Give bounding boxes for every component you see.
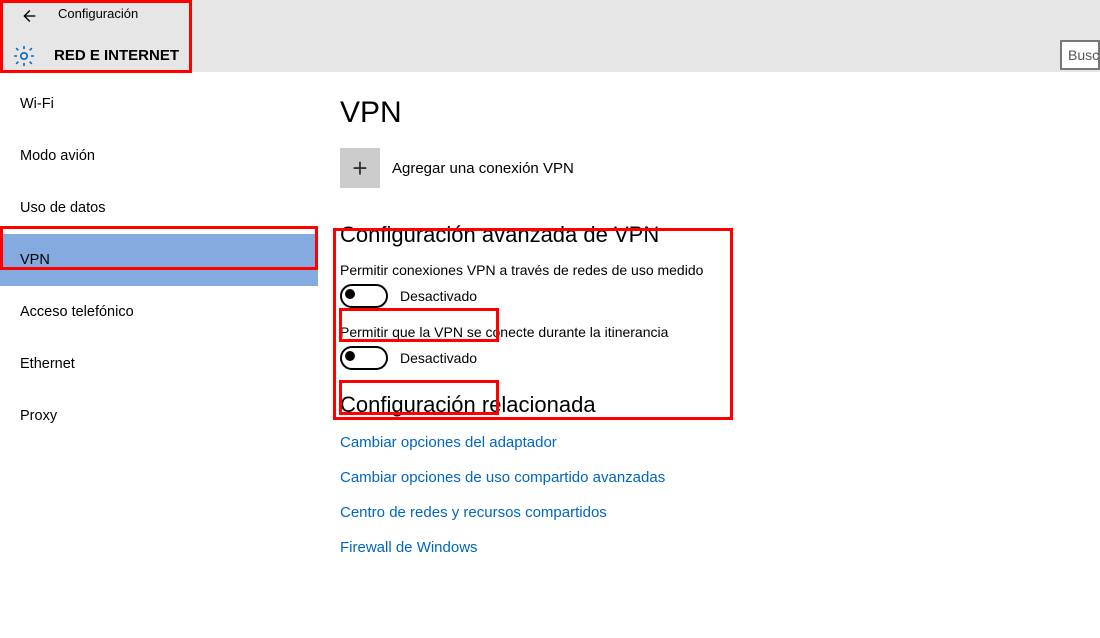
sidebar-item-label: Proxy xyxy=(20,408,57,424)
sidebar-nav: Wi-Fi Modo avión Uso de datos VPN Acceso… xyxy=(0,72,318,638)
sidebar-item-label: Uso de datos xyxy=(20,200,105,216)
sidebar-item-dialup[interactable]: Acceso telefónico xyxy=(0,286,318,338)
sidebar-item-proxy[interactable]: Proxy xyxy=(0,390,318,442)
related-heading: Configuración relacionada xyxy=(340,392,1100,418)
metered-networks-state: Desactivado xyxy=(400,288,477,304)
sidebar-item-data-usage[interactable]: Uso de datos xyxy=(0,182,318,234)
sidebar-item-ethernet[interactable]: Ethernet xyxy=(0,338,318,390)
roaming-toggle-row: Desactivado xyxy=(340,344,495,372)
window-header: Configuración RED E INTERNET Busca xyxy=(0,0,1100,72)
main-panel: VPN + Agregar una conexión VPN Configura… xyxy=(318,72,1100,638)
search-input[interactable]: Busca xyxy=(1060,40,1100,70)
sidebar-item-label: Wi-Fi xyxy=(20,96,54,112)
metered-networks-label: Permitir conexiones VPN a través de rede… xyxy=(340,262,710,278)
metered-networks-toggle-row: Desactivado xyxy=(340,282,495,310)
related-settings-group: Configuración relacionada Cambiar opcion… xyxy=(340,392,1100,556)
header-section-title: RED E INTERNET xyxy=(54,47,179,64)
roaming-state: Desactivado xyxy=(400,350,477,366)
toggle-knob xyxy=(345,289,355,299)
header-title: Configuración xyxy=(58,6,138,21)
plus-icon: + xyxy=(340,148,380,188)
add-vpn-label: Agregar una conexión VPN xyxy=(392,160,574,177)
sidebar-item-label: VPN xyxy=(20,252,50,268)
advanced-heading: Configuración avanzada de VPN xyxy=(340,222,710,248)
advanced-vpn-settings-group: Configuración avanzada de VPN Permitir c… xyxy=(340,214,720,380)
search-placeholder: Busca xyxy=(1068,47,1100,63)
add-vpn-connection-button[interactable]: + Agregar una conexión VPN xyxy=(340,148,1100,188)
arrow-left-icon xyxy=(17,5,39,27)
sidebar-item-label: Ethernet xyxy=(20,356,75,372)
roaming-toggle[interactable] xyxy=(340,346,388,370)
link-network-center[interactable]: Centro de redes y recursos compartidos xyxy=(340,504,1100,521)
sidebar-item-label: Modo avión xyxy=(20,148,95,164)
metered-networks-toggle[interactable] xyxy=(340,284,388,308)
link-sharing-options[interactable]: Cambiar opciones de uso compartido avanz… xyxy=(340,469,1100,486)
link-windows-firewall[interactable]: Firewall de Windows xyxy=(340,539,1100,556)
page-title: VPN xyxy=(340,96,1100,130)
link-adapter-options[interactable]: Cambiar opciones del adaptador xyxy=(340,434,1100,451)
roaming-label: Permitir que la VPN se conecte durante l… xyxy=(340,324,710,340)
sidebar-item-wifi[interactable]: Wi-Fi xyxy=(0,78,318,130)
sidebar-item-vpn[interactable]: VPN xyxy=(0,234,318,286)
back-button[interactable] xyxy=(14,2,42,30)
settings-gear-icon xyxy=(12,44,36,71)
toggle-knob xyxy=(345,351,355,361)
sidebar-item-airplane-mode[interactable]: Modo avión xyxy=(0,130,318,182)
sidebar-item-label: Acceso telefónico xyxy=(20,304,134,320)
